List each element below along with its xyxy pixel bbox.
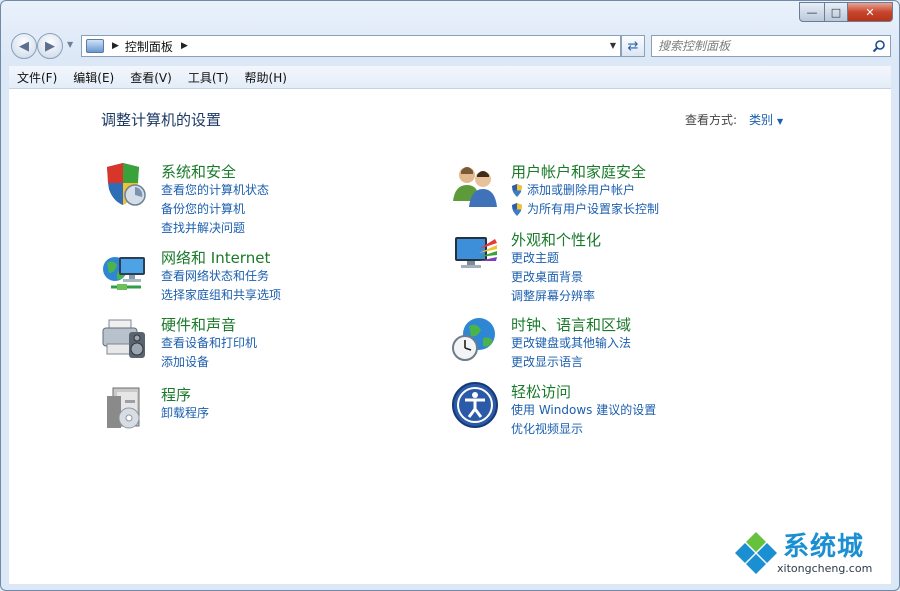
link-devices-printers[interactable]: 查看设备和打印机 [161,334,257,353]
control-panel-icon [86,39,104,53]
breadcrumb-separator-icon[interactable]: ▶ [181,41,188,51]
view-by-value[interactable]: 类别 [749,113,773,127]
category-title[interactable]: 轻松访问 [511,381,571,402]
link-screen-resolution[interactable]: 调整屏幕分辨率 [511,287,595,306]
back-button[interactable]: ◀ [11,33,37,59]
menu-edit[interactable]: 编辑(E) [65,69,122,86]
category-title[interactable]: 时钟、语言和区域 [511,314,631,335]
category-links: 更改主题 更改桌面背景 调整屏幕分辨率 [511,249,595,306]
link-homegroup-sharing[interactable]: 选择家庭组和共享选项 [161,286,281,305]
link-change-theme[interactable]: 更改主题 [511,249,595,268]
ease-of-access-icon[interactable] [451,381,499,429]
minimize-button[interactable]: — [799,2,825,22]
caption-buttons: — □ ✕ [799,2,893,22]
menu-file[interactable]: 文件(F) [9,69,65,86]
category-title[interactable]: 外观和个性化 [511,229,601,250]
forward-arrow-icon: ▶ [45,38,55,54]
link-view-network-status[interactable]: 查看网络状态和任务 [161,267,281,286]
category-title[interactable]: 系统和安全 [161,161,236,182]
category-title[interactable]: 程序 [161,384,191,405]
category-title[interactable]: 硬件和声音 [161,314,236,335]
refresh-icon: ⇄ [627,38,639,54]
uac-shield-icon [512,203,522,216]
link-row: 添加或删除用户帐户 [511,181,659,200]
link-change-display-language[interactable]: 更改显示语言 [511,353,631,372]
link-uninstall-program[interactable]: 卸载程序 [161,404,209,423]
hardware-sound-icon[interactable] [101,314,149,362]
menu-view[interactable]: 查看(V) [122,69,180,86]
breadcrumb-separator-icon[interactable]: ▶ [112,41,119,51]
category-title[interactable]: 网络和 Internet [161,247,270,268]
category-links: 查看您的计算机状态 备份您的计算机 查找并解决问题 [161,181,269,238]
category-links: 查看设备和打印机 添加设备 [161,334,257,372]
clock-region-icon[interactable] [451,314,499,362]
link-optimize-video-display[interactable]: 优化视频显示 [511,420,656,439]
watermark-logo-icon [735,532,777,574]
menu-bar: 文件(F) 编辑(E) 查看(V) 工具(T) 帮助(H) [9,66,891,89]
watermark: 系统城 xitongcheng.com [735,526,885,580]
link-add-remove-accounts[interactable]: 添加或删除用户帐户 [527,181,635,200]
link-parental-controls[interactable]: 为所有用户设置家长控制 [527,200,659,219]
refresh-button[interactable]: ⇄ [621,35,645,57]
content-area: 调整计算机的设置 查看方式: 类别 ▼ 系统和安全 查看您的计算机状态 备份您的计… [9,89,891,584]
system-security-icon[interactable] [101,161,149,209]
appearance-icon[interactable] [451,229,499,277]
user-accounts-icon[interactable] [451,161,499,209]
link-backup-computer[interactable]: 备份您的计算机 [161,200,269,219]
programs-icon[interactable] [101,384,149,432]
uac-shield-icon [512,184,522,197]
close-button[interactable]: ✕ [848,2,893,22]
watermark-url: xitongcheng.com [777,562,873,575]
link-change-background[interactable]: 更改桌面背景 [511,268,595,287]
search-input[interactable] [656,38,860,54]
watermark-text: 系统城 [783,532,865,562]
navigation-bar: ◀ ▶ ▼ ▶ 控制面板 ▶ ▼ ⇄ [9,32,891,60]
link-change-input-methods[interactable]: 更改键盘或其他输入法 [511,334,631,353]
recent-pages-dropdown[interactable]: ▼ [67,40,73,49]
link-windows-recommended-settings[interactable]: 使用 Windows 建议的设置 [511,401,656,420]
address-bar[interactable]: ▶ 控制面板 ▶ ▼ [81,35,621,57]
address-dropdown-icon[interactable]: ▼ [610,41,616,50]
link-find-fix-problems[interactable]: 查找并解决问题 [161,219,269,238]
category-links: 使用 Windows 建议的设置 优化视频显示 [511,401,656,439]
search-icon[interactable] [872,38,886,57]
search-box [651,35,891,57]
back-arrow-icon: ◀ [19,38,29,54]
forward-button[interactable]: ▶ [37,33,63,59]
page-title: 调整计算机的设置 [101,111,222,129]
link-row: 为所有用户设置家长控制 [511,200,659,219]
menu-tools[interactable]: 工具(T) [180,69,237,86]
menu-help[interactable]: 帮助(H) [237,69,295,86]
breadcrumb-control-panel[interactable]: 控制面板 [125,38,173,55]
link-view-computer-status[interactable]: 查看您的计算机状态 [161,181,269,200]
category-links: 卸载程序 [161,404,209,423]
category-links: 更改键盘或其他输入法 更改显示语言 [511,334,631,372]
view-by-dropdown[interactable]: 类别 ▼ [749,111,783,128]
category-title[interactable]: 用户帐户和家庭安全 [511,161,646,182]
category-links: 添加或删除用户帐户 为所有用户设置家长控制 [511,181,659,219]
control-panel-window: — □ ✕ ◀ ▶ ▼ ▶ 控制面板 ▶ ▼ ⇄ 文件(F) 编辑(E) 查看(… [0,0,900,591]
network-icon[interactable] [101,247,149,295]
view-by-label: 查看方式: [685,113,738,127]
maximize-button[interactable]: □ [825,2,848,22]
chevron-down-icon[interactable]: ▼ [777,117,783,126]
link-add-device[interactable]: 添加设备 [161,353,257,372]
category-links: 查看网络状态和任务 选择家庭组和共享选项 [161,267,281,305]
